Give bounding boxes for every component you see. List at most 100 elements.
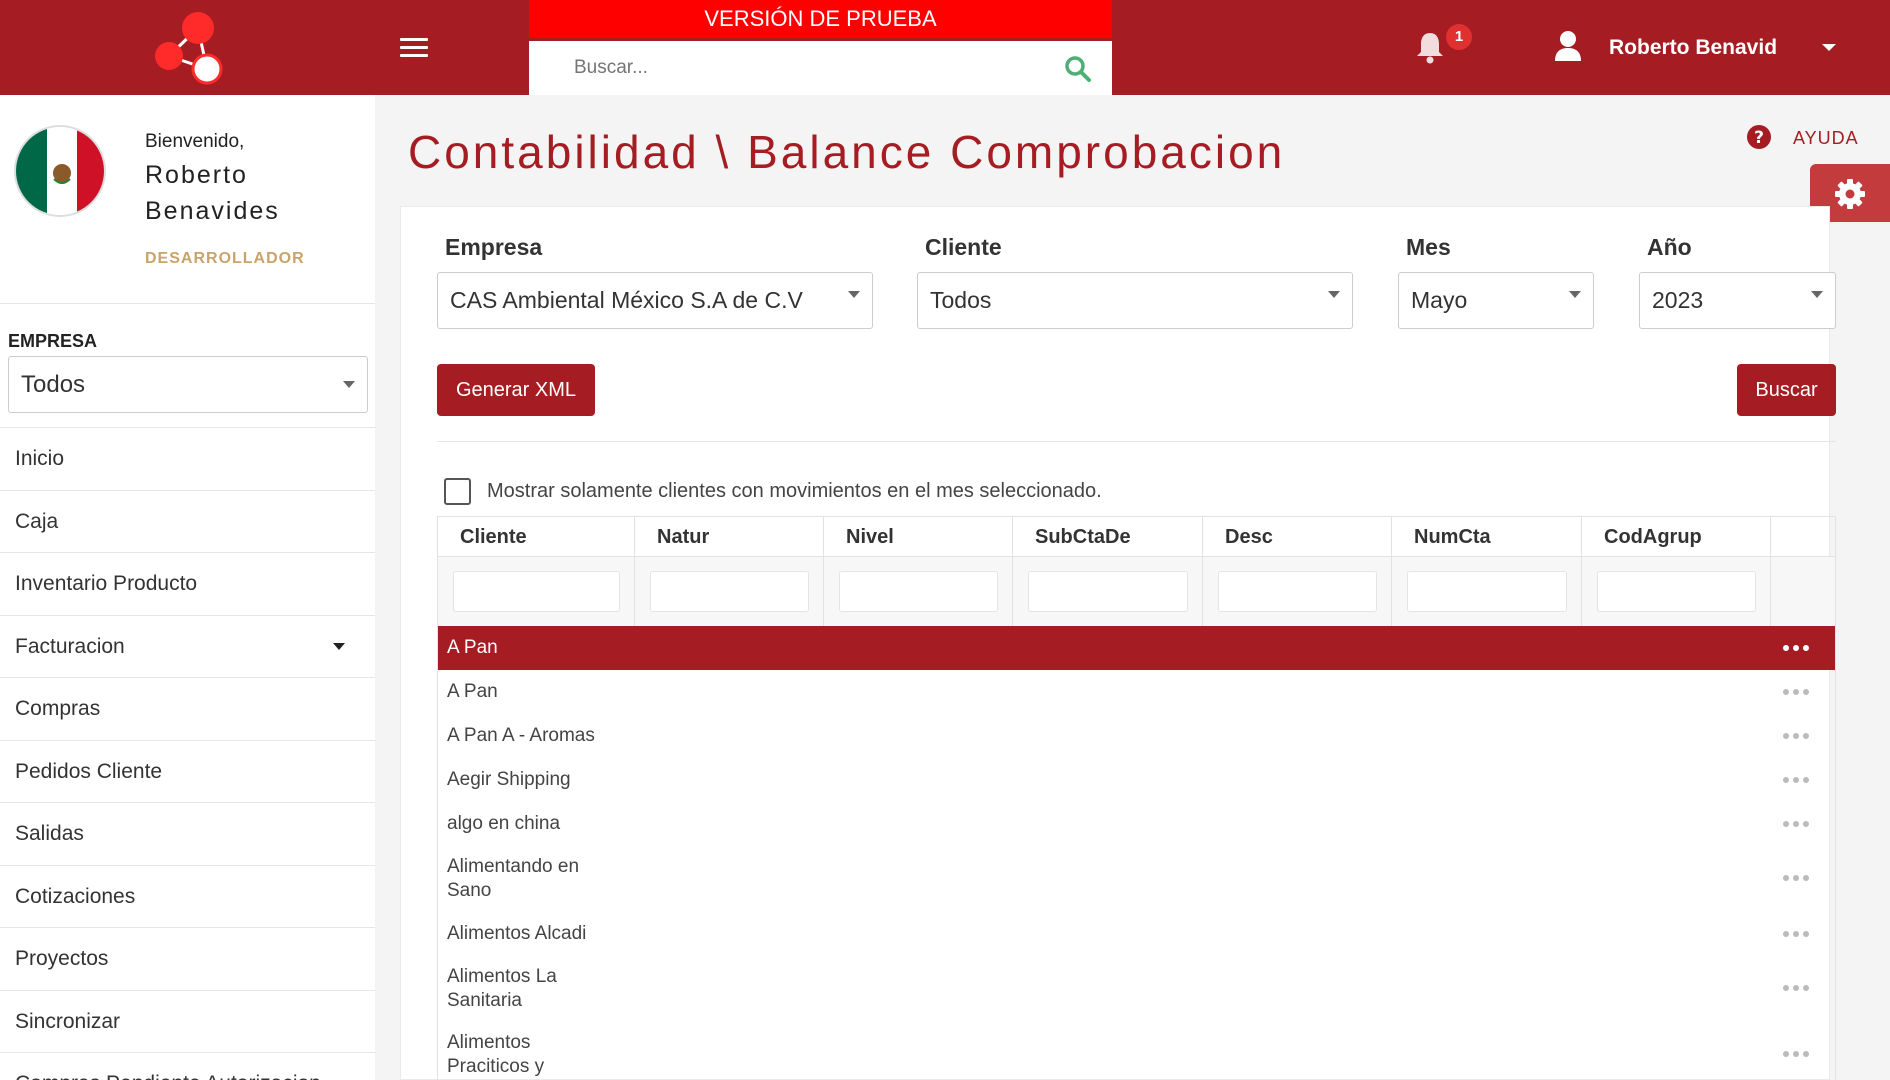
filter-natur-input[interactable] — [650, 571, 809, 612]
balance-grid: Cliente Natur Nivel SubCtaDe Desc NumCta… — [437, 516, 1836, 1080]
cell-cliente: A Pan A - Aromas — [447, 725, 595, 746]
empresa-select[interactable]: CAS Ambiental México S.A de C.V — [437, 272, 873, 329]
table-row[interactable]: Aegir Shipping — [438, 758, 1835, 802]
row-actions-icon[interactable] — [1783, 733, 1809, 741]
profile-last-name: Benavides — [145, 197, 280, 225]
page-title: Contabilidad \ Balance Comprobacion — [408, 126, 1286, 178]
chevron-down-icon — [1569, 291, 1581, 298]
mes-value: Mayo — [1411, 287, 1468, 313]
generate-xml-button[interactable]: Generar XML — [437, 364, 595, 416]
filter-nivel-input[interactable] — [839, 571, 998, 612]
row-actions-icon[interactable] — [1783, 931, 1809, 939]
app-logo[interactable] — [145, 8, 230, 88]
row-actions-icon[interactable] — [1783, 645, 1809, 653]
table-row[interactable]: Alimentando en Sano — [438, 846, 1835, 912]
mexico-flag-avatar — [14, 125, 106, 217]
row-actions-icon[interactable] — [1783, 777, 1809, 785]
global-search — [529, 41, 1112, 95]
notification-count-badge: 1 — [1446, 24, 1472, 50]
cell-cliente: A Pan — [447, 681, 498, 702]
column-header-subctade[interactable]: SubCtaDe — [1013, 517, 1203, 557]
anio-value: 2023 — [1652, 287, 1704, 313]
sidebar-item-proyectos[interactable]: Proyectos — [0, 927, 375, 990]
trial-banner: VERSIÓN DE PRUEBA — [529, 0, 1112, 38]
mes-label: Mes — [1406, 234, 1451, 260]
sidebar-item-pedidos-cliente[interactable]: Pedidos Cliente — [0, 739, 375, 803]
filter-codagrup-input[interactable] — [1597, 571, 1756, 612]
user-menu-name[interactable]: Roberto Benavid — [1609, 36, 1777, 60]
cliente-select[interactable]: Todos — [917, 272, 1353, 329]
divider — [437, 441, 1836, 442]
table-row[interactable]: A Pan A - Aromas — [438, 714, 1835, 758]
sidebar-item-caja[interactable]: Caja — [0, 489, 375, 553]
search-button[interactable]: Buscar — [1737, 364, 1836, 416]
grid-filter-row — [438, 557, 1835, 626]
sidebar-item-inventario[interactable]: Inventario Producto — [0, 552, 375, 615]
notifications-bell-icon[interactable] — [1415, 30, 1445, 64]
cell-cliente: Alimentos Praciticos y — [447, 1032, 545, 1077]
sidebar-item-label: Proyectos — [15, 947, 109, 970]
balance-filters-card: Empresa CAS Ambiental México S.A de C.V … — [400, 206, 1836, 1080]
sidebar-item-inicio[interactable]: Inicio — [0, 427, 375, 490]
table-row[interactable]: Alimentos Praciticos y — [438, 1022, 1835, 1080]
table-row[interactable]: Alimentos Alcadi — [438, 912, 1835, 956]
sidebar-item-salidas[interactable]: Salidas — [0, 802, 375, 865]
table-row[interactable]: Alimentos La Sanitaria — [438, 956, 1835, 1022]
filter-desc-input[interactable] — [1218, 571, 1377, 612]
cell-cliente: A Pan — [447, 637, 498, 658]
chevron-down-icon — [333, 642, 345, 650]
sidebar-item-compras-pendiente[interactable]: Compras Pendiente Autorizacion — [0, 1052, 375, 1080]
table-row[interactable]: algo en china — [438, 802, 1835, 846]
row-actions-icon[interactable] — [1783, 689, 1809, 697]
search-icon[interactable] — [1064, 55, 1092, 83]
search-input[interactable] — [529, 41, 1049, 95]
sidebar-item-label: Compras — [15, 697, 101, 720]
sidebar-item-compras[interactable]: Compras — [0, 677, 375, 740]
cell-cliente: Alimentando en Sano — [447, 856, 580, 901]
menu-toggle-icon[interactable] — [400, 38, 428, 60]
grid-body: A Pan A Pan A Pan A - Aromas Aegir Shipp… — [438, 626, 1835, 1080]
sidebar-empresa-label: EMPRESA — [8, 331, 98, 351]
row-actions-icon[interactable] — [1783, 875, 1809, 883]
row-actions-icon[interactable] — [1783, 985, 1809, 993]
user-icon[interactable] — [1554, 30, 1582, 62]
welcome-text: Bienvenido, — [145, 131, 245, 152]
column-header-cliente[interactable]: Cliente — [438, 517, 635, 557]
cliente-value: Todos — [930, 287, 992, 313]
grid-header: Cliente Natur Nivel SubCtaDe Desc NumCta… — [438, 517, 1835, 557]
filter-cliente-input[interactable] — [453, 571, 620, 612]
column-header-desc[interactable]: Desc — [1203, 517, 1392, 557]
table-row[interactable]: A Pan — [438, 670, 1835, 714]
filter-subctade-input[interactable] — [1028, 571, 1188, 612]
sidebar-item-sincronizar[interactable]: Sincronizar — [0, 989, 375, 1053]
mes-select[interactable]: Mayo — [1398, 272, 1594, 329]
anio-select[interactable]: 2023 — [1639, 272, 1836, 329]
table-row[interactable]: A Pan — [438, 626, 1835, 670]
column-header-natur[interactable]: Natur — [635, 517, 824, 557]
cell-cliente: Alimentos Alcadi — [447, 923, 587, 944]
column-header-codagrup[interactable]: CodAgrup — [1582, 517, 1771, 557]
sidebar-empresa-select[interactable]: Todos — [8, 356, 368, 413]
row-actions-icon[interactable] — [1783, 1051, 1809, 1059]
sidebar-item-cotizaciones[interactable]: Cotizaciones — [0, 864, 375, 928]
cell-cliente: algo en china — [447, 813, 561, 834]
help-icon[interactable]: ? — [1746, 124, 1772, 150]
sidebar-item-facturacion[interactable]: Facturacion — [0, 614, 375, 678]
sidebar-item-label: Inicio — [15, 447, 65, 470]
movements-only-checkbox[interactable] — [444, 478, 471, 505]
help-link[interactable]: AYUDA — [1793, 128, 1859, 149]
anio-label: Año — [1647, 234, 1692, 260]
empresa-value: CAS Ambiental México S.A de C.V — [450, 287, 803, 313]
chevron-down-icon — [1328, 291, 1340, 298]
column-header-numcta[interactable]: NumCta — [1392, 517, 1582, 557]
sidebar-nav: Inicio Caja Inventario Producto Facturac… — [0, 427, 375, 1080]
column-header-nivel[interactable]: Nivel — [824, 517, 1013, 557]
chevron-down-icon — [848, 291, 860, 298]
filter-numcta-input[interactable] — [1407, 571, 1567, 612]
chevron-down-icon — [343, 381, 355, 388]
chevron-down-icon[interactable] — [1822, 44, 1836, 51]
row-actions-icon[interactable] — [1783, 821, 1809, 829]
sidebar-item-label: Facturacion — [15, 634, 125, 658]
gear-icon — [1835, 179, 1865, 209]
movements-only-label: Mostrar solamente clientes con movimient… — [487, 480, 1102, 502]
